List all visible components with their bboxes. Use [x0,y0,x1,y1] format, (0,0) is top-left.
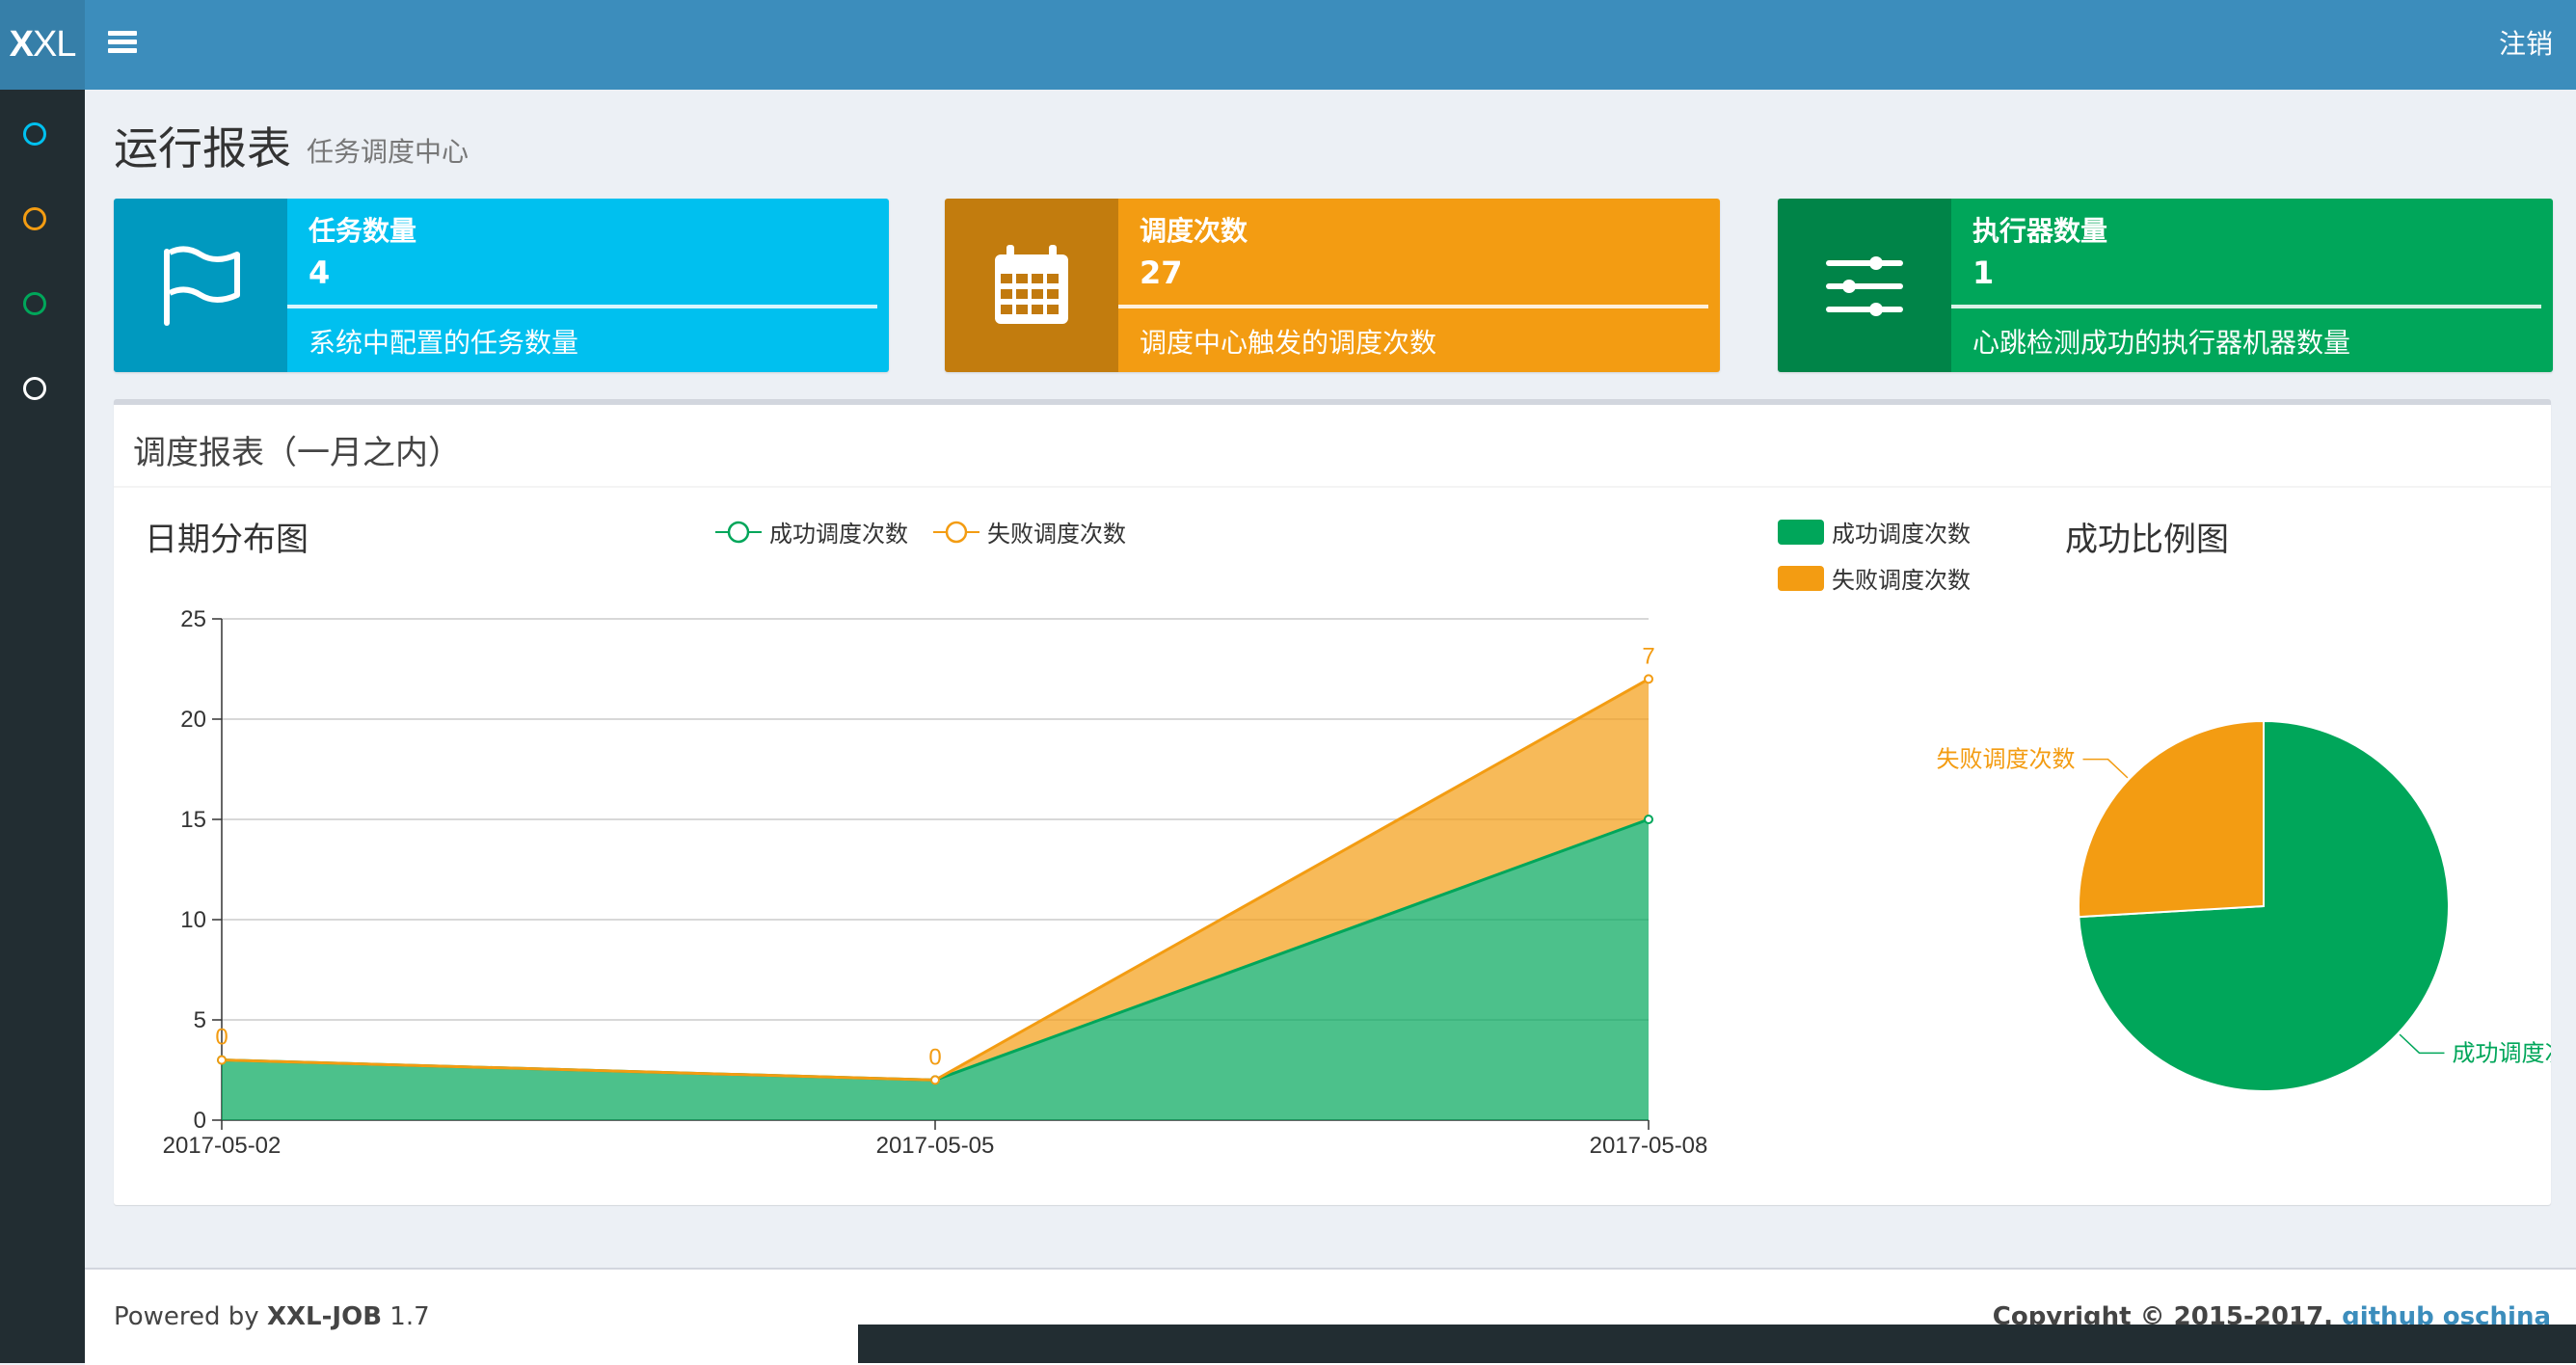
bottom-bar [858,1325,2576,1363]
info-box-executors: 执行器数量 1 心跳检测成功的执行器机器数量 [1778,199,2553,372]
menu-toggle-icon[interactable] [108,27,137,62]
x-tick-label: 2017-05-02 [163,1133,282,1159]
y-tick-label: 5 [194,1007,206,1033]
logout-button[interactable]: 注销 [2499,23,2553,62]
fail-data-label: 0 [215,1025,228,1051]
progress-bar [287,305,877,308]
report-panel: 调度报表（一月之内） 日期分布图 成功调度次数 失败调度次数 0 5 10 15 20 2… [114,399,2551,1205]
logo[interactable]: XXL [0,0,85,90]
info-label: 执行器数量 [1972,215,2108,247]
pie-label: 成功调度次数 [2452,1040,2551,1066]
legend-swatch [1778,519,1824,545]
fail-point [217,1055,227,1065]
logo-rest: XL [32,24,76,65]
info-description: 系统中配置的任务数量 [309,327,579,359]
powered-brand: XXL-JOB [266,1302,383,1331]
pie-slice [2078,719,2265,919]
info-label: 任务数量 [309,215,417,247]
pie-label-line [2399,1033,2445,1055]
version: 1.7 [389,1302,430,1331]
x-tick-label: 2017-05-08 [1590,1133,1708,1159]
sidebar-item-4-icon[interactable] [23,377,46,400]
info-value: 1 [1972,254,1995,291]
sidebar [0,90,85,1363]
x-tick-label: 2017-05-05 [876,1133,995,1159]
footer-powered: Powered by XXL-JOB 1.7 [114,1302,430,1331]
sidebar-item-1-icon[interactable] [23,122,46,146]
sidebar-item-3-icon[interactable] [23,292,46,315]
y-tick-label: 10 [180,907,206,933]
info-description: 调度中心触发的调度次数 [1140,327,1437,359]
info-value: 4 [309,254,331,291]
info-value: 27 [1140,254,1183,291]
fail-data-label: 0 [928,1044,941,1070]
fail-point [930,1075,940,1085]
pie-label-line [2082,758,2129,779]
info-box-triggers: 调度次数 27 调度中心触发的调度次数 [945,199,1720,372]
sidebar-item-2-icon[interactable] [23,207,46,230]
success-point [1644,815,1653,824]
fail-point [1644,674,1653,684]
powered-prefix: Powered by [114,1302,259,1331]
fail-data-label: 7 [1642,643,1654,669]
top-navbar: XXL 注销 [0,0,2576,90]
info-box-jobs: 任务数量 4 系统中配置的任务数量 [114,199,889,372]
progress-bar [1118,305,1708,308]
info-label: 调度次数 [1140,215,1248,247]
date-distribution-chart: 05101520252017-05-02 2017-05-05 2017-05-08… [163,606,1708,1159]
pie-label: 失败调度次数 [1937,747,2076,773]
y-tick-label: 20 [180,707,206,733]
page-title: 运行报表 [114,122,291,174]
y-tick-label: 0 [194,1108,206,1134]
y-tick-label: 15 [180,807,206,833]
progress-bar [1951,305,2541,308]
info-description: 心跳检测成功的执行器机器数量 [1972,327,2351,359]
success-ratio-pie: 成功调度次数 失败调度次数 [1937,719,2551,1092]
page-subtitle: 任务调度中心 [307,136,470,168]
logo-bold: X [9,24,34,65]
flag-icon [114,199,287,372]
y-tick-label: 25 [180,606,206,632]
legend-swatch [1778,565,1824,591]
calendar-icon [945,199,1118,372]
sliders-icon [1778,199,1951,372]
